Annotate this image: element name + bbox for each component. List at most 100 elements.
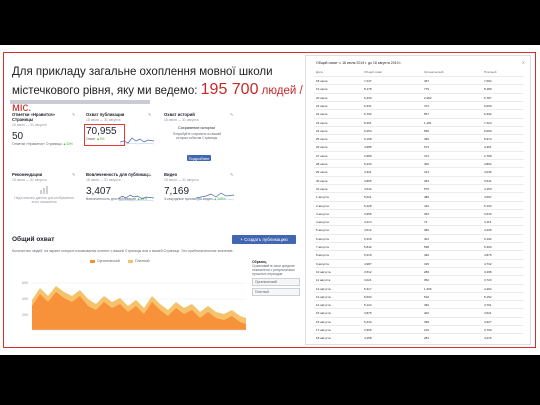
table-cell: 6,000 — [484, 103, 492, 108]
table-cell: 3,541 — [484, 178, 492, 183]
table-cell: 5,244 — [364, 319, 372, 324]
legend-label-organic: Органический — [97, 259, 120, 263]
table-row: 18 июля 7,447 467 7,094 — [314, 76, 524, 83]
reach-figure: 195 700 — [200, 81, 259, 98]
table-cell: 3,865 — [364, 178, 372, 183]
legend-paid[interactable]: Платный — [128, 259, 149, 263]
table-cell: 4,512 — [364, 228, 372, 233]
card-subtitle: 18 июля — 31 августа — [164, 178, 199, 182]
table-cell: 4,321 — [364, 170, 372, 175]
table-cell: 5,122 — [364, 303, 372, 308]
table-cell: 4,987 — [364, 261, 372, 266]
table-cell: 456 — [424, 137, 430, 142]
col-header-total: Общий охват — [364, 70, 383, 74]
y-tick: 600 — [22, 281, 28, 285]
table-cell: 401 — [424, 236, 430, 241]
table-row: 18 августа 4,458 281 4,216 — [314, 333, 524, 340]
table-cell: 3,512 — [364, 269, 372, 274]
card-subtitle: 18 июля — 31 августа — [164, 118, 199, 122]
legend-organic[interactable]: Органический — [90, 259, 120, 263]
table-row: 20 июля 6,230 2,362 6,787 — [314, 92, 524, 100]
table-cell: 4,216 — [484, 336, 492, 341]
table-cell: 4,206 — [484, 228, 492, 233]
table-cell: 29 июля — [316, 170, 328, 175]
card-recommendations[interactable]: Рекомендации 18 июля — 31 августа Недост… — [12, 172, 76, 222]
learn-more-button[interactable]: Подробнее — [187, 155, 211, 161]
table-cell: 3 августа — [316, 211, 329, 216]
table-cell: 10 августа — [316, 269, 331, 274]
table-row: 2 августа 5,428 412 5,104 — [314, 200, 524, 208]
table-cell: 5,021 — [364, 195, 372, 200]
table-cell: 7,094 — [484, 79, 492, 83]
table-cell: 17 августа — [316, 328, 331, 332]
highlight-box — [84, 124, 125, 146]
card-delta-pct: ▲43% — [62, 142, 73, 146]
reach-description: Количество людей, на экране которых пока… — [12, 249, 234, 253]
table-cell: 73 — [424, 220, 428, 225]
table-cell: 27 июля — [316, 153, 328, 158]
table-cell: 315 — [424, 261, 430, 266]
comparison-panel: Образец Сравнивайте свои средние показат… — [252, 260, 300, 296]
table-cell: 30 июля — [316, 178, 328, 183]
table-cell: 9 августа — [316, 261, 329, 266]
card-delta-label: Отметки «Нравится» Страницы — [12, 142, 62, 146]
y-tick: 400 — [22, 297, 28, 301]
side-paid[interactable]: Платный — [252, 288, 300, 296]
table-cell: 6 августа — [316, 236, 329, 241]
table-cell: 674 — [424, 145, 430, 150]
table-cell: 402 — [424, 162, 430, 166]
side-organic[interactable]: Органический — [252, 278, 300, 286]
caption-line-1: Для прикладу загальне охоплення мовної ш… — [12, 66, 273, 78]
table-cell: 6,069 — [484, 128, 492, 133]
col-header-paid: Платный — [484, 70, 497, 74]
story-text: Попробуйте сохранить из вашей истории со… — [172, 132, 222, 140]
caption-text: містечкового рівня, яку ми ведемо: — [12, 85, 201, 97]
table-row: 8 августа 5,219 420 4,876 — [314, 250, 524, 257]
table-cell: 5,219 — [364, 253, 372, 258]
table-row: 14 августа 5,122 492 4,701 — [314, 300, 524, 307]
table-row: 16 августа 5,244 399 4,927 — [314, 316, 524, 324]
table-cell: 281 — [424, 336, 430, 341]
create-post-button[interactable]: + Создать публикацию — [232, 235, 296, 244]
table-cell: 5,104 — [484, 203, 492, 208]
table-cell: 28 июля — [316, 162, 328, 166]
reach-table: Общий охват: с 18 июля 2019 г. до 18 авг… — [305, 55, 531, 345]
table-row: 21 июля 6,331 472 6,000 — [314, 100, 524, 108]
table-cell: 4,113 — [484, 220, 492, 225]
table-cell: 472 — [424, 153, 430, 158]
card-title: Видео — [164, 172, 178, 177]
edit-icon[interactable]: ✎ — [230, 172, 233, 177]
table-cell: 1,266 — [424, 286, 432, 291]
table-cell: 5,403 — [484, 245, 492, 249]
table-cell: 4 августа — [316, 220, 329, 225]
legend-swatch-organic — [90, 259, 95, 263]
table-cell: 4,150 — [484, 186, 492, 191]
card-title: Охват историй — [164, 112, 195, 117]
table-cell: 7 августа — [316, 245, 329, 249]
table-row: 7 августа 5,842 538 5,403 — [314, 242, 524, 249]
edit-icon[interactable]: ✎ — [72, 172, 75, 177]
table-cell: 2,989 — [364, 153, 372, 158]
table-cell: 3,268 — [484, 269, 492, 274]
table-cell: 3,956 — [364, 211, 372, 216]
edit-icon[interactable]: ✎ — [230, 112, 233, 117]
edit-icon[interactable]: ✎ — [72, 112, 75, 117]
table-cell: 4,876 — [364, 311, 372, 316]
table-header: Общий охват: с 18 июля 2019 г. до 18 авг… — [316, 61, 402, 65]
table-cell: 567 — [424, 112, 430, 117]
table-row: 31 июля 4,543 576 4,150 — [314, 183, 524, 191]
edit-icon[interactable]: ✎ — [148, 112, 151, 117]
table-cell: 1,181 — [424, 120, 432, 125]
table-cell: 15 августа — [316, 311, 331, 316]
edit-icon[interactable]: ✎ — [148, 172, 151, 177]
close-icon[interactable]: ✕ — [522, 60, 525, 65]
card-page-likes[interactable]: Отметки «Нравится» Страницы 18 июля — 31… — [12, 112, 76, 162]
table-cell: 779 — [424, 87, 430, 92]
table-row: 29 июля 4,321 414 4,046 — [314, 167, 524, 174]
table-row: 27 июля 2,989 472 2,789 — [314, 150, 524, 158]
table-cell: 6,762 — [364, 112, 372, 117]
table-cell: 2 августа — [316, 203, 329, 208]
table-cell: 19 июля — [316, 87, 328, 92]
table-cell: 4,021 — [364, 278, 372, 283]
table-row: 19 июля 8,178 779 8,189 — [314, 84, 524, 91]
